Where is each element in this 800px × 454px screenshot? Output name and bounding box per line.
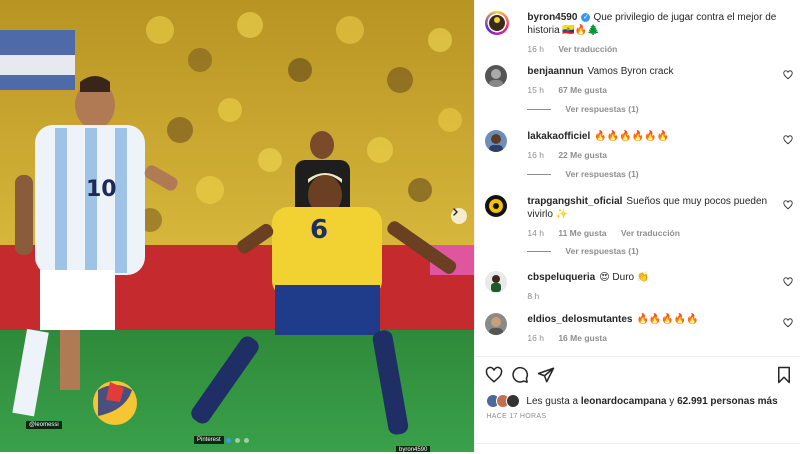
likes-prefix: Les gusta a [526, 395, 579, 407]
heart-icon[interactable] [783, 200, 793, 210]
likes-summary: Les gusta a leonardocampana y 62.991 per… [486, 394, 778, 408]
likes-count[interactable]: 62.991 personas más [677, 396, 778, 407]
liker-avatar [506, 394, 521, 408]
view-replies-link[interactable]: Ver respuestas (1) [527, 169, 638, 179]
caption-time: 16 h [527, 44, 544, 54]
chevron-right-icon [453, 208, 458, 216]
carousel-dot [226, 438, 231, 443]
author-avatar-image [489, 15, 506, 31]
avatar-image [489, 317, 504, 335]
comment-likes[interactable]: 16 Me gusta [558, 333, 607, 343]
comment-time: 14 h [527, 228, 544, 238]
post-time-ago: HACE 17 HORAS [486, 413, 547, 420]
carousel-dot [244, 438, 249, 443]
heart-icon[interactable] [783, 277, 793, 287]
carousel-indicator [226, 438, 249, 443]
like-heart-icon[interactable] [485, 366, 503, 384]
author-avatar[interactable] [485, 11, 510, 35]
jersey-number-left: 10 [86, 177, 117, 202]
comment-icon[interactable] [511, 366, 529, 384]
comment-likes[interactable]: 22 Me gusta [558, 150, 607, 160]
comment-username[interactable]: lakakaofficiel [527, 131, 590, 142]
avatar-image [489, 69, 504, 87]
comment-username[interactable]: benjaannun [527, 66, 583, 77]
instagram-post: 10 6 @leomessi Pinterest byron4590 byron… [0, 0, 800, 452]
comment-avatar[interactable] [485, 65, 508, 87]
avatar-image [489, 199, 504, 213]
bookmark-icon[interactable] [775, 366, 793, 384]
post-actions: Les gusta a leonardocampana y 62.991 per… [475, 356, 800, 453]
author-username[interactable]: byron4590 [527, 12, 577, 23]
post-media[interactable]: 10 6 @leomessi Pinterest byron4590 [0, 0, 475, 452]
view-replies-link[interactable]: Ver respuestas (1) [527, 246, 638, 256]
comment-time: 16 h [527, 333, 544, 343]
likes-text: Les gusta a leonardocampana y 62.991 per… [526, 396, 777, 407]
comment-username[interactable]: eldios_delosmutantes [527, 314, 632, 325]
post-side-panel: byron4590 ✓ Que privilegio de jugar contra… [474, 0, 800, 452]
comment-avatar[interactable] [485, 195, 508, 217]
comment-text: 🔥🔥🔥🔥🔥🔥 [594, 131, 669, 142]
watermark-right: byron4590 [396, 446, 431, 452]
comment-time: 15 h [527, 85, 544, 95]
carousel-dot [235, 438, 240, 443]
watermark-left: @leomessi [26, 421, 62, 429]
avatar-image [491, 275, 502, 292]
comment-avatar[interactable] [485, 130, 508, 152]
heart-icon[interactable] [783, 135, 793, 145]
photo-illustration: 10 6 [0, 0, 475, 452]
comment-likes[interactable]: 11 Me gusta [558, 228, 606, 238]
comment-username[interactable]: trapgangshit_oficial [527, 196, 622, 207]
comment-text: 😍 Duro 👏 [599, 272, 650, 283]
verified-icon: ✓ [581, 12, 591, 22]
comment-avatar[interactable] [485, 271, 508, 293]
comment-text: 🔥🔥🔥🔥🔥 [636, 314, 699, 325]
heart-icon[interactable] [783, 70, 793, 80]
comment-text: Vamos Byron crack [587, 66, 674, 77]
comment-time: 16 h [527, 150, 544, 160]
jersey-number-right: 6 [310, 215, 328, 245]
comment-username[interactable]: cbspeluqueria [527, 272, 595, 283]
next-image-button[interactable] [451, 208, 467, 224]
comment-translate-link[interactable]: Ver traducción [621, 228, 680, 238]
avatar-image [489, 134, 504, 152]
share-icon[interactable] [537, 366, 555, 384]
likes-user[interactable]: leonardocampana [581, 396, 667, 407]
comment-likes[interactable]: 67 Me gusta [558, 85, 607, 95]
caption-translate-link[interactable]: Ver traducción [558, 44, 617, 54]
comment-time: 8 h [527, 291, 540, 301]
heart-icon[interactable] [783, 318, 793, 328]
add-comment-area[interactable] [475, 443, 800, 454]
view-replies-link[interactable]: Ver respuestas (1) [527, 104, 638, 114]
likes-connector: y [669, 395, 675, 407]
comment-avatar[interactable] [485, 313, 508, 335]
comments-list[interactable]: byron4590 ✓ Que privilegio de jugar contra… [475, 0, 800, 356]
watermark-mid: Pinterest [194, 436, 224, 444]
